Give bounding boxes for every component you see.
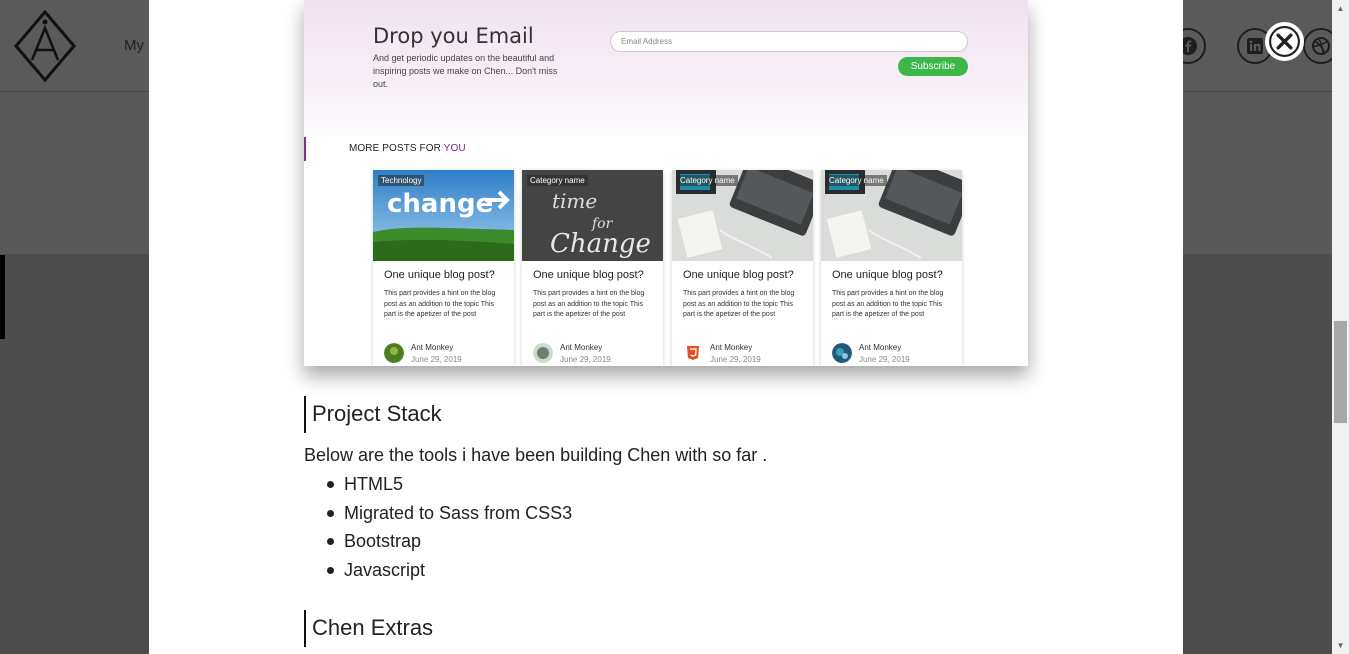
- logo-icon[interactable]: [14, 10, 76, 82]
- newsletter-subtitle: And get periodic updates on the beautifu…: [373, 53, 558, 89]
- blog-card-image: Category name: [672, 170, 813, 261]
- project-stack-list: HTML5 Migrated to Sass from CSS3 Bootstr…: [326, 472, 572, 587]
- project-stack-intro: Below are the tools i have been building…: [304, 445, 768, 465]
- svg-text:Change: Change: [550, 229, 651, 259]
- blog-card-date: June 29, 2019: [560, 355, 611, 364]
- close-modal-button[interactable]: [1265, 22, 1304, 61]
- scroll-up-arrow-icon[interactable]: ▲: [1332, 0, 1349, 17]
- blog-card-author: Ant Monkey: [560, 343, 603, 352]
- blog-card: Category name One unique blog post? This…: [672, 170, 813, 366]
- svg-text:time: time: [552, 189, 597, 213]
- blog-card-image: time for Change Category name: [522, 170, 663, 261]
- blog-card-author: Ant Monkey: [859, 343, 902, 352]
- avatar: [384, 343, 404, 363]
- chen-extras-heading: Chen Extras: [304, 610, 433, 647]
- scroll-down-arrow-icon[interactable]: ▼: [1332, 637, 1349, 654]
- scroll-thumb[interactable]: [1334, 321, 1347, 423]
- blog-card-title: One unique blog post?: [683, 269, 794, 281]
- blog-card-text: This part provides a hint on the blog po…: [533, 290, 645, 318]
- project-preview-image: Drop you Email And get periodic updates …: [304, 0, 1028, 366]
- page-scrollbar[interactable]: ▲ ▼: [1332, 0, 1349, 654]
- blog-card-date: June 29, 2019: [411, 355, 462, 364]
- svg-text:change: change: [387, 189, 493, 219]
- more-posts-title: MORE POSTS FOR YOU: [349, 143, 466, 154]
- blog-card-title: One unique blog post?: [384, 269, 495, 281]
- more-posts-accent: YOU: [443, 143, 466, 154]
- list-item: Migrated to Sass from CSS3: [326, 501, 572, 530]
- blog-card-category: Category name: [677, 175, 738, 186]
- blog-card-text: This part provides a hint on the blog po…: [683, 290, 795, 318]
- email-field: Email Address: [610, 31, 968, 52]
- subscribe-button: Subscribe: [898, 57, 968, 76]
- blog-card-title: One unique blog post?: [832, 269, 943, 281]
- blog-card-date: June 29, 2019: [710, 355, 761, 364]
- blog-card: time for Change Category name One unique…: [522, 170, 663, 366]
- blog-card-author: Ant Monkey: [411, 343, 454, 352]
- blog-card-category: Category name: [527, 175, 588, 186]
- blog-card-date: June 29, 2019: [859, 355, 910, 364]
- more-posts-accent-bar: [304, 137, 306, 161]
- blog-card-text: This part provides a hint on the blog po…: [832, 290, 944, 318]
- blog-card-category: Technology: [378, 175, 425, 186]
- blog-card-category: Category name: [826, 175, 887, 186]
- project-modal: Drop you Email And get periodic updates …: [149, 0, 1183, 654]
- blog-card-image: Category name: [821, 170, 962, 261]
- project-stack-heading: Project Stack: [304, 396, 442, 433]
- list-item: HTML5: [326, 472, 572, 501]
- html5-avatar-icon: [683, 343, 703, 363]
- newsletter-section: Drop you Email And get periodic updates …: [304, 0, 1028, 136]
- blog-card: change Technology One unique blog post? …: [373, 170, 514, 366]
- background-accent-bar: [0, 255, 5, 339]
- nav-link[interactable]: My: [124, 37, 144, 54]
- more-posts-prefix: MORE POSTS FOR: [349, 143, 441, 154]
- newsletter-title: Drop you Email: [373, 24, 534, 48]
- blog-card-author: Ant Monkey: [710, 343, 753, 352]
- blog-card-image: change Technology: [373, 170, 514, 261]
- blog-card: Category name One unique blog post? This…: [821, 170, 962, 366]
- avatar: [533, 343, 553, 363]
- avatar: [832, 343, 852, 363]
- blog-card-text: This part provides a hint on the blog po…: [384, 290, 496, 318]
- close-icon[interactable]: [1268, 22, 1301, 61]
- list-item: Bootstrap: [326, 529, 572, 558]
- list-item: Javascript: [326, 558, 572, 587]
- blog-card-title: One unique blog post?: [533, 269, 644, 281]
